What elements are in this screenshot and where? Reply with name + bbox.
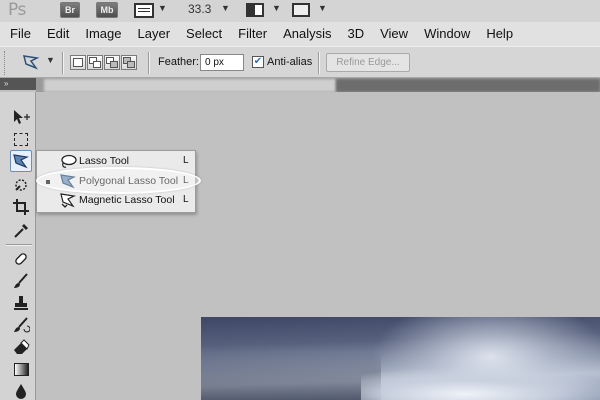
new-selection-icon[interactable] [70,55,86,70]
menu-edit[interactable]: Edit [39,22,77,46]
menu-image[interactable]: Image [77,22,129,46]
healing-brush-tool-icon[interactable] [10,248,32,270]
application-bar: Ps Br Mb ▼ 33.3 ▼ ▼ ▼ [0,0,600,22]
menu-layer[interactable]: Layer [130,22,179,46]
document-image[interactable] [201,317,600,400]
document-tab-strip [36,78,600,92]
tools-panel-header[interactable]: » [0,78,36,90]
flyout-item-shortcut: L [183,155,189,166]
add-to-selection-icon[interactable] [87,55,103,70]
quick-selection-tool-icon[interactable] [10,174,32,196]
feather-label: Feather: [158,56,199,68]
view-extras-icon[interactable] [134,3,154,18]
marquee-tool-icon[interactable] [10,128,32,150]
feather-input[interactable] [200,54,244,71]
separator [318,52,319,74]
history-brush-tool-icon[interactable] [10,314,32,336]
menu-select[interactable]: Select [178,22,230,46]
lasso-tool-icon[interactable] [10,150,32,172]
photoshop-logo: Ps [8,0,26,20]
image-shadow [201,352,381,400]
clone-stamp-tool-icon[interactable] [10,292,32,314]
chevron-down-icon[interactable]: ▼ [272,3,281,13]
blur-tool-icon[interactable] [10,380,32,400]
options-bar: ▼ Feather: ✔ Anti-alias Refine Edge... [0,46,600,78]
gradient-tool-icon[interactable] [10,358,32,380]
menu-file[interactable]: File [0,22,39,46]
anti-alias-label: Anti-alias [267,56,313,68]
magnetic-lasso-icon [60,193,76,208]
menu-filter[interactable]: Filter [230,22,275,46]
image-clouds [361,367,600,400]
tools-panel [0,92,36,400]
screen-mode-icon[interactable] [292,3,310,17]
intersect-selection-icon[interactable] [121,55,137,70]
anti-alias-checkbox[interactable]: ✔ [252,56,264,68]
subtract-from-selection-icon[interactable] [104,55,120,70]
brush-tool-icon[interactable] [10,270,32,292]
flyout-item-shortcut: L [183,194,189,205]
bridge-button[interactable]: Br [60,2,80,18]
zoom-level[interactable]: 33.3 [188,2,211,16]
lasso-icon [61,154,77,168]
separator [62,52,63,74]
refine-edge-button[interactable]: Refine Edge... [326,53,410,72]
menu-help[interactable]: Help [478,22,521,46]
document-tab[interactable] [336,79,600,92]
menu-3d[interactable]: 3D [339,22,372,46]
polygonal-lasso-icon[interactable] [22,53,40,71]
collapse-panel-icon[interactable]: » [4,79,8,88]
document-tab-active[interactable] [44,79,336,92]
chevron-down-icon[interactable]: ▼ [221,3,230,13]
chevron-down-icon[interactable]: ▼ [158,3,167,13]
flyout-item-label: Magnetic Lasso Tool [79,194,175,206]
eraser-tool-icon[interactable] [10,336,32,358]
tools-divider [6,244,32,245]
highlight-annotation [36,167,201,194]
menu-bar: File Edit Image Layer Select Filter Anal… [0,22,600,46]
chevron-down-icon[interactable]: ▼ [318,3,327,13]
arrange-documents-icon[interactable] [246,3,264,17]
move-tool-icon[interactable] [10,106,32,128]
eyedropper-tool-icon[interactable] [10,220,32,242]
separator [148,52,149,74]
menu-window[interactable]: Window [416,22,478,46]
mini-bridge-button[interactable]: Mb [96,2,118,18]
flyout-item-label: Lasso Tool [79,155,130,167]
tool-preset-chevron-icon[interactable]: ▼ [46,55,55,65]
menu-analysis[interactable]: Analysis [275,22,339,46]
crop-tool-icon[interactable] [10,196,32,218]
options-bar-grip[interactable] [4,51,7,75]
menu-view[interactable]: View [372,22,416,46]
